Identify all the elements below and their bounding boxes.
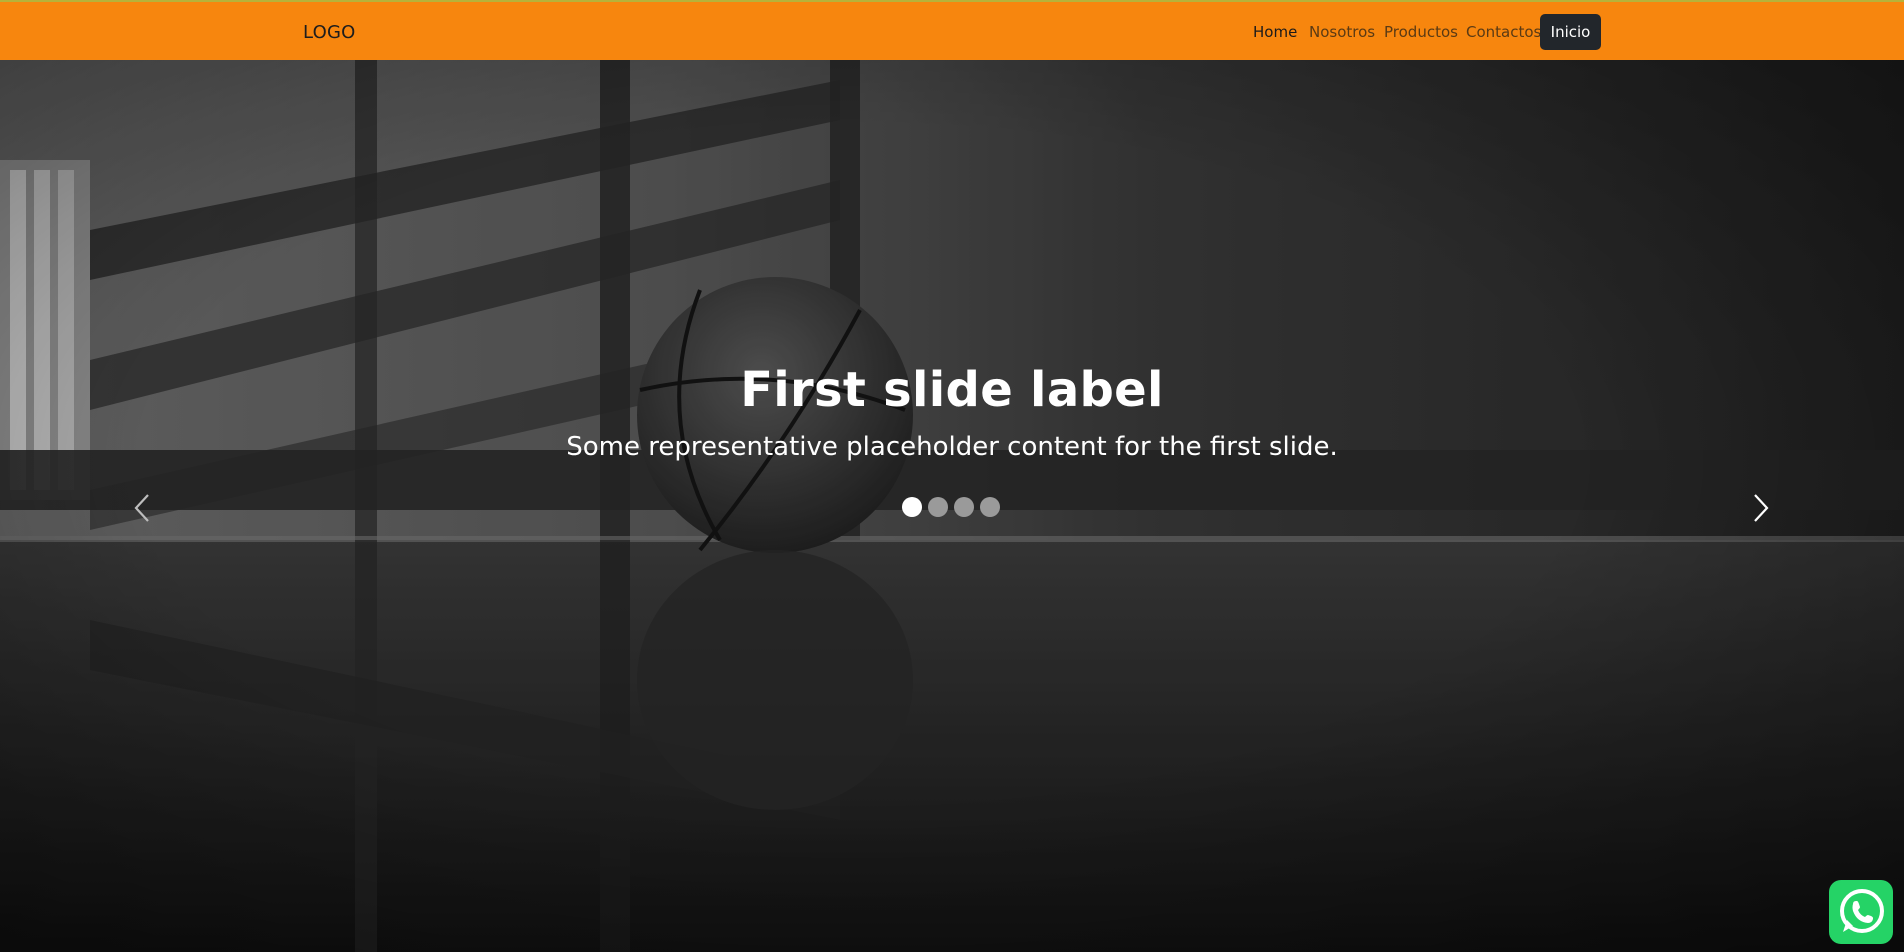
- nav-link-productos[interactable]: Productos: [1384, 23, 1458, 41]
- nav-link-nosotros[interactable]: Nosotros: [1309, 23, 1375, 41]
- nav-link-contactos[interactable]: Contactos: [1466, 23, 1541, 41]
- carousel-prev-button[interactable]: [128, 491, 158, 525]
- slide-description: Some representative placeholder content …: [566, 432, 1338, 462]
- whatsapp-button[interactable]: [1829, 880, 1893, 944]
- whatsapp-icon: [1840, 889, 1884, 933]
- slide-background-image: [0, 60, 1904, 952]
- hero-carousel: First slide label Some representative pl…: [0, 60, 1904, 952]
- navbar: LOGO Home Nosotros Productos Contactos I…: [0, 0, 1904, 60]
- inicio-button[interactable]: Inicio: [1540, 14, 1601, 50]
- chevron-left-icon: [134, 494, 149, 522]
- carousel-next-button[interactable]: [1745, 491, 1775, 525]
- logo[interactable]: LOGO: [303, 22, 355, 43]
- carousel-indicator-3[interactable]: [954, 497, 974, 517]
- slide-title: First slide label: [740, 362, 1164, 418]
- carousel-indicator-2[interactable]: [928, 497, 948, 517]
- nav-link-home[interactable]: Home: [1253, 23, 1297, 41]
- carousel-indicator-1[interactable]: [902, 497, 922, 517]
- carousel-indicator-4[interactable]: [980, 497, 1000, 517]
- chevron-right-icon: [1754, 494, 1769, 522]
